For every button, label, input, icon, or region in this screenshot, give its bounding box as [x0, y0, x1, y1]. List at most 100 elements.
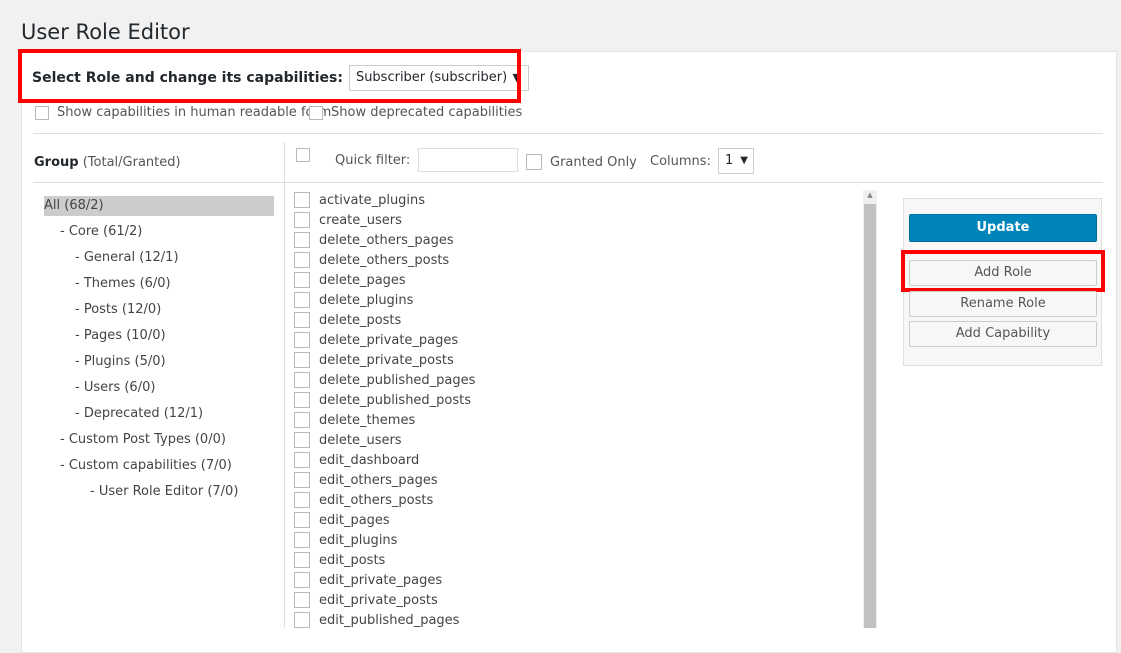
group-item[interactable]: - User Role Editor (7/0) — [90, 482, 238, 502]
capability-label: delete_private_pages — [319, 332, 459, 348]
capability-checkbox[interactable] — [294, 392, 310, 408]
capability-label: delete_pages — [319, 272, 406, 288]
capability-label: edit_others_pages — [319, 472, 438, 488]
columns-select[interactable]: 1 ▼ — [717, 148, 754, 174]
capability-checkbox[interactable] — [294, 312, 310, 328]
capability-checkbox[interactable] — [294, 352, 310, 368]
capability-checkbox[interactable] — [294, 372, 310, 388]
capability-checkbox[interactable] — [294, 412, 310, 428]
capability-item[interactable]: delete_private_posts — [294, 350, 454, 370]
select-all-checkbox[interactable] — [296, 148, 310, 162]
update-button[interactable]: Update — [909, 214, 1097, 242]
scrollbar-thumb[interactable] — [864, 204, 876, 628]
capability-label: delete_others_posts — [319, 252, 450, 268]
capability-checkbox[interactable] — [294, 292, 310, 308]
capability-item[interactable]: delete_others_pages — [294, 230, 454, 250]
capability-item[interactable]: create_users — [294, 210, 402, 230]
group-item[interactable]: - Plugins (5/0) — [75, 352, 166, 372]
capability-item[interactable]: edit_plugins — [294, 530, 397, 550]
capability-label: create_users — [319, 212, 402, 228]
capability-checkbox[interactable] — [294, 332, 310, 348]
capability-checkbox[interactable] — [294, 232, 310, 248]
capability-checkbox[interactable] — [294, 472, 310, 488]
capability-label: delete_published_posts — [319, 392, 472, 408]
group-item-label: - Users (6/0) — [75, 380, 156, 395]
capability-item[interactable]: delete_themes — [294, 410, 415, 430]
columns-value: 1 — [724, 153, 734, 168]
group-item[interactable]: - Custom capabilities (7/0) — [60, 456, 232, 476]
capability-item[interactable]: delete_others_posts — [294, 250, 449, 270]
group-item-label: All (68/2) — [44, 198, 104, 213]
group-item[interactable]: - Deprecated (12/1) — [75, 404, 203, 424]
capability-item[interactable]: edit_private_posts — [294, 590, 438, 610]
capability-item[interactable]: edit_private_pages — [294, 570, 442, 590]
columns-row: Columns: 1 ▼ — [650, 148, 754, 174]
capability-item[interactable]: activate_plugins — [294, 190, 425, 210]
capability-scrollbar[interactable]: ▲ — [863, 190, 877, 628]
granted-only-option[interactable]: Granted Only — [526, 154, 637, 170]
deprecated-checkbox[interactable] — [309, 105, 323, 120]
capability-item[interactable]: delete_pages — [294, 270, 406, 290]
human-readable-checkbox[interactable] — [35, 105, 49, 120]
human-readable-label: Show capabilities in human readable form — [57, 105, 332, 120]
granted-only-label: Granted Only — [550, 154, 637, 170]
group-item[interactable]: - Core (61/2) — [60, 222, 142, 242]
capability-checkbox[interactable] — [294, 592, 310, 608]
rename-role-button[interactable]: Rename Role — [909, 291, 1097, 317]
capability-item[interactable]: edit_others_posts — [294, 490, 433, 510]
human-readable-option[interactable]: Show capabilities in human readable form — [35, 105, 331, 120]
quick-filter-row: Quick filter: — [335, 148, 519, 172]
deprecated-label: Show deprecated capabilities — [331, 105, 523, 120]
add-capability-button[interactable]: Add Capability — [909, 321, 1097, 347]
capability-label: delete_others_pages — [319, 232, 454, 248]
capability-checkbox[interactable] — [294, 432, 310, 448]
capability-label: delete_posts — [319, 312, 402, 328]
capability-checkbox[interactable] — [294, 252, 310, 268]
group-item[interactable]: - Pages (10/0) — [75, 326, 166, 346]
group-item[interactable]: - Users (6/0) — [75, 378, 155, 398]
capability-item[interactable]: delete_published_pages — [294, 370, 475, 390]
capability-item[interactable]: delete_posts — [294, 310, 401, 330]
capability-item[interactable]: edit_pages — [294, 510, 390, 530]
capability-checkbox[interactable] — [294, 512, 310, 528]
capability-item[interactable]: edit_dashboard — [294, 450, 419, 470]
capability-item[interactable]: delete_private_pages — [294, 330, 458, 350]
capability-item[interactable]: delete_plugins — [294, 290, 413, 310]
capability-label: activate_plugins — [319, 192, 426, 208]
group-item-label: - Pages (10/0) — [75, 328, 166, 343]
capability-label: delete_published_pages — [319, 372, 476, 388]
deprecated-option[interactable]: Show deprecated capabilities — [309, 105, 522, 120]
group-item-label: - Custom capabilities (7/0) — [60, 458, 232, 473]
capability-checkbox[interactable] — [294, 212, 310, 228]
group-item-label: - Themes (6/0) — [75, 276, 171, 291]
capability-item[interactable]: delete_users — [294, 430, 402, 450]
capability-checkbox[interactable] — [294, 612, 310, 628]
group-item[interactable]: - General (12/1) — [75, 248, 179, 268]
quick-filter-input[interactable] — [418, 148, 519, 172]
capability-checkbox[interactable] — [294, 452, 310, 468]
capability-checkbox[interactable] — [294, 192, 310, 208]
capability-label: delete_plugins — [319, 292, 414, 308]
scroll-up-icon[interactable]: ▲ — [863, 191, 877, 199]
capability-item[interactable]: edit_others_pages — [294, 470, 438, 490]
group-item-label: - Plugins (5/0) — [75, 354, 166, 369]
group-item[interactable]: - Themes (6/0) — [75, 274, 171, 294]
capability-item[interactable]: edit_published_pages — [294, 610, 459, 630]
capability-checkbox[interactable] — [294, 532, 310, 548]
capability-checkbox[interactable] — [294, 572, 310, 588]
capability-checkbox[interactable] — [294, 492, 310, 508]
group-header: Group (Total/Granted) — [34, 155, 181, 170]
page-title: User Role Editor — [21, 20, 190, 44]
capability-item[interactable]: edit_posts — [294, 550, 385, 570]
chevron-down-icon: ▼ — [740, 155, 748, 166]
group-item[interactable]: All (68/2) — [44, 196, 274, 216]
capability-checkbox[interactable] — [294, 552, 310, 568]
capability-label: delete_private_posts — [319, 352, 454, 368]
capability-checkbox[interactable] — [294, 272, 310, 288]
capability-item[interactable]: delete_published_posts — [294, 390, 471, 410]
group-header-subtitle: (Total/Granted) — [82, 155, 181, 170]
granted-only-checkbox[interactable] — [526, 154, 542, 170]
group-item[interactable]: - Posts (12/0) — [75, 300, 161, 320]
capability-label: edit_pages — [319, 512, 390, 528]
group-item[interactable]: - Custom Post Types (0/0) — [60, 430, 226, 450]
